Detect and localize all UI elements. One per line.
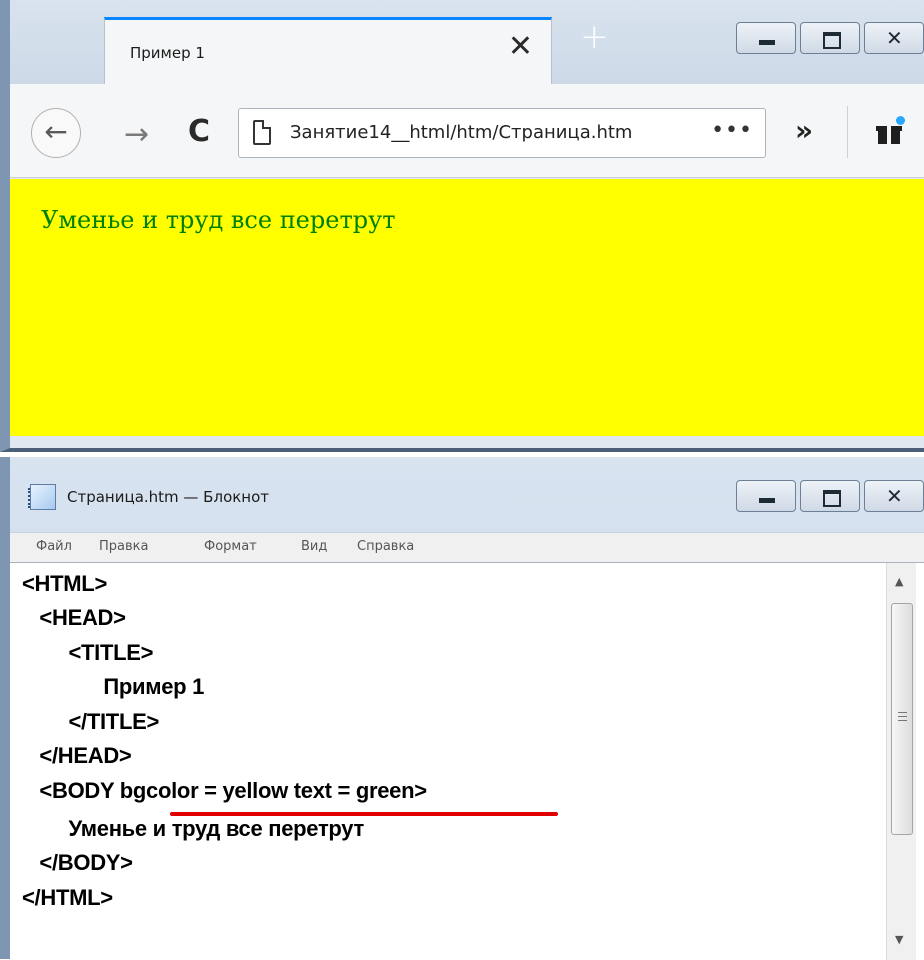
notepad-maximize-button[interactable] (800, 480, 860, 512)
menu-format[interactable]: Формат (204, 539, 257, 554)
forward-button[interactable]: → (124, 117, 149, 152)
code-line: <HEAD> (22, 605, 126, 630)
menu-view[interactable]: Вид (301, 539, 327, 554)
browser-maximize-button[interactable] (800, 22, 860, 54)
back-button[interactable]: ← (31, 108, 81, 158)
menu-help[interactable]: Справка (357, 539, 414, 554)
gift-icon[interactable] (876, 116, 905, 144)
code-line: </BODY> (22, 850, 133, 875)
notepad-titlebar: Страница.htm — Блокнот (10, 457, 924, 532)
browser-minimize-button[interactable] (736, 22, 796, 54)
code-line: <HTML> (22, 571, 107, 596)
browser-window: Пример 1 ✕ + ← → C Занятие14__html/htm/С… (0, 0, 924, 452)
browser-titlebar: Пример 1 ✕ + (10, 0, 924, 84)
scroll-down-icon[interactable]: ▼ (895, 933, 903, 946)
page-icon (253, 120, 271, 145)
notepad-window-controls (736, 480, 924, 512)
notepad-window: Страница.htm — Блокнот Файл Правка Форма… (0, 457, 924, 960)
scroll-thumb[interactable] (891, 603, 913, 835)
tab-close-icon[interactable]: ✕ (508, 32, 533, 62)
toolbar-overflow-button[interactable]: » (795, 114, 813, 147)
url-text[interactable]: Занятие14__html/htm/Страница.htm (290, 122, 632, 143)
notepad-editor[interactable]: <HTML> <HEAD> <TITLE> Пример 1 </TITLE> … (10, 562, 924, 960)
code-line: </TITLE> (22, 709, 160, 734)
page-body-text: Уменье и труд все перетрут (41, 206, 396, 234)
code-line: <TITLE> (22, 640, 154, 665)
code-line: Пример 1 (22, 674, 205, 699)
new-tab-button[interactable]: + (580, 20, 609, 54)
url-bar[interactable]: Занятие14__html/htm/Страница.htm ••• (238, 108, 766, 158)
notepad-close-button[interactable] (864, 480, 924, 512)
notepad-icon (28, 484, 56, 510)
scroll-up-icon[interactable]: ▲ (895, 575, 903, 588)
code-line: <BODY bgcolor = yellow text = green> (22, 778, 427, 803)
page-content: Уменье и труд все перетрут (10, 179, 924, 436)
notepad-menubar: Файл Правка Формат Вид Справка (10, 532, 924, 562)
vertical-scrollbar[interactable]: ▲ ▼ (886, 563, 916, 960)
page-actions-button[interactable]: ••• (711, 118, 753, 143)
browser-navbar: ← → C Занятие14__html/htm/Страница.htm •… (10, 84, 924, 178)
code-line: Уменье и труд все перетрут (22, 816, 364, 841)
menu-file[interactable]: Файл (36, 539, 72, 554)
reload-button[interactable]: C (188, 114, 210, 149)
code-line: </HEAD> (22, 743, 132, 768)
browser-window-controls (736, 22, 924, 54)
code-line: </HTML> (22, 885, 113, 910)
tab-active[interactable]: Пример 1 ✕ (104, 17, 552, 84)
tab-title: Пример 1 (130, 44, 205, 62)
toolbar-divider (847, 106, 848, 158)
notepad-title: Страница.htm — Блокнот (67, 488, 270, 506)
notepad-minimize-button[interactable] (736, 480, 796, 512)
menu-edit[interactable]: Правка (99, 539, 148, 554)
browser-close-button[interactable] (864, 22, 924, 54)
grip-icon (898, 712, 907, 721)
